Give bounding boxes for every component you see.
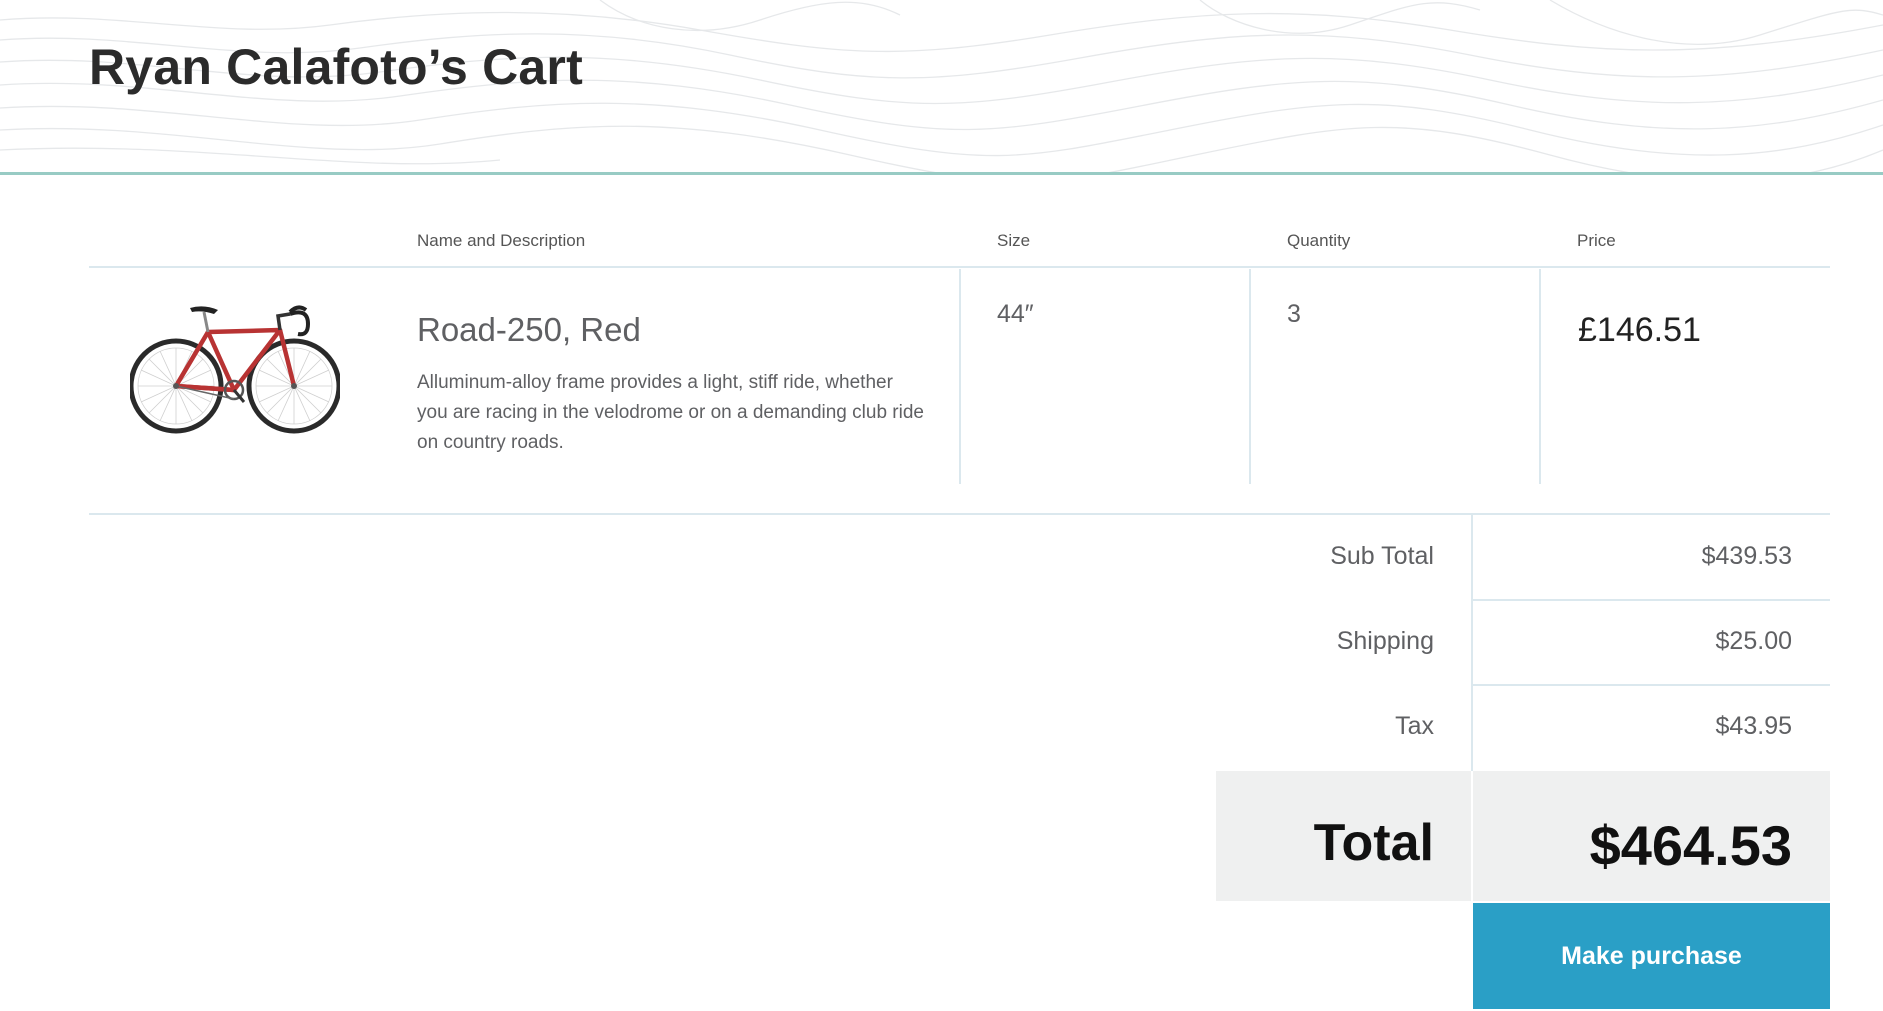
item-price: £146.51 (1578, 311, 1701, 349)
column-divider (1249, 269, 1251, 484)
summary-row-divider (1473, 599, 1830, 601)
summary-row-divider (1473, 684, 1830, 686)
sub-total-label: Sub Total (1330, 542, 1434, 570)
column-divider (959, 269, 961, 484)
item-quantity[interactable]: 3 (1287, 300, 1301, 329)
bicycle-image (130, 305, 340, 434)
tax-label: Tax (1395, 712, 1434, 740)
page-title: Ryan Calafoto’s Cart (89, 39, 583, 95)
make-purchase-button[interactable]: Make purchase (1473, 903, 1830, 1009)
header-divider (89, 266, 1830, 268)
summary-divider (1471, 515, 1473, 771)
column-header-price: Price (1577, 231, 1616, 250)
total-label: Total (1313, 814, 1434, 872)
total-divider (1471, 771, 1473, 901)
cart-header: Ryan Calafoto’s Cart (0, 0, 1883, 175)
column-header-size: Size (997, 231, 1031, 250)
column-header-name-description: Name and Description (417, 231, 586, 250)
items-divider (89, 513, 1830, 515)
shipping-value: $25.00 (1715, 627, 1792, 655)
item-size: 44″ (997, 300, 1034, 328)
tax-value: $43.95 (1715, 712, 1792, 740)
item-description: Alluminum-alloy frame provides a light, … (417, 372, 924, 453)
shipping-label: Shipping (1336, 627, 1434, 655)
sub-total-value: $439.53 (1701, 542, 1792, 570)
column-header-quantity: Quantity (1287, 231, 1351, 250)
total-value: $464.53 (1589, 814, 1792, 877)
cart-page: Ryan Calafoto’s Cart Name and Descriptio… (0, 0, 1883, 1011)
column-divider (1539, 269, 1541, 484)
item-name[interactable]: Road-250, Red (417, 311, 641, 349)
